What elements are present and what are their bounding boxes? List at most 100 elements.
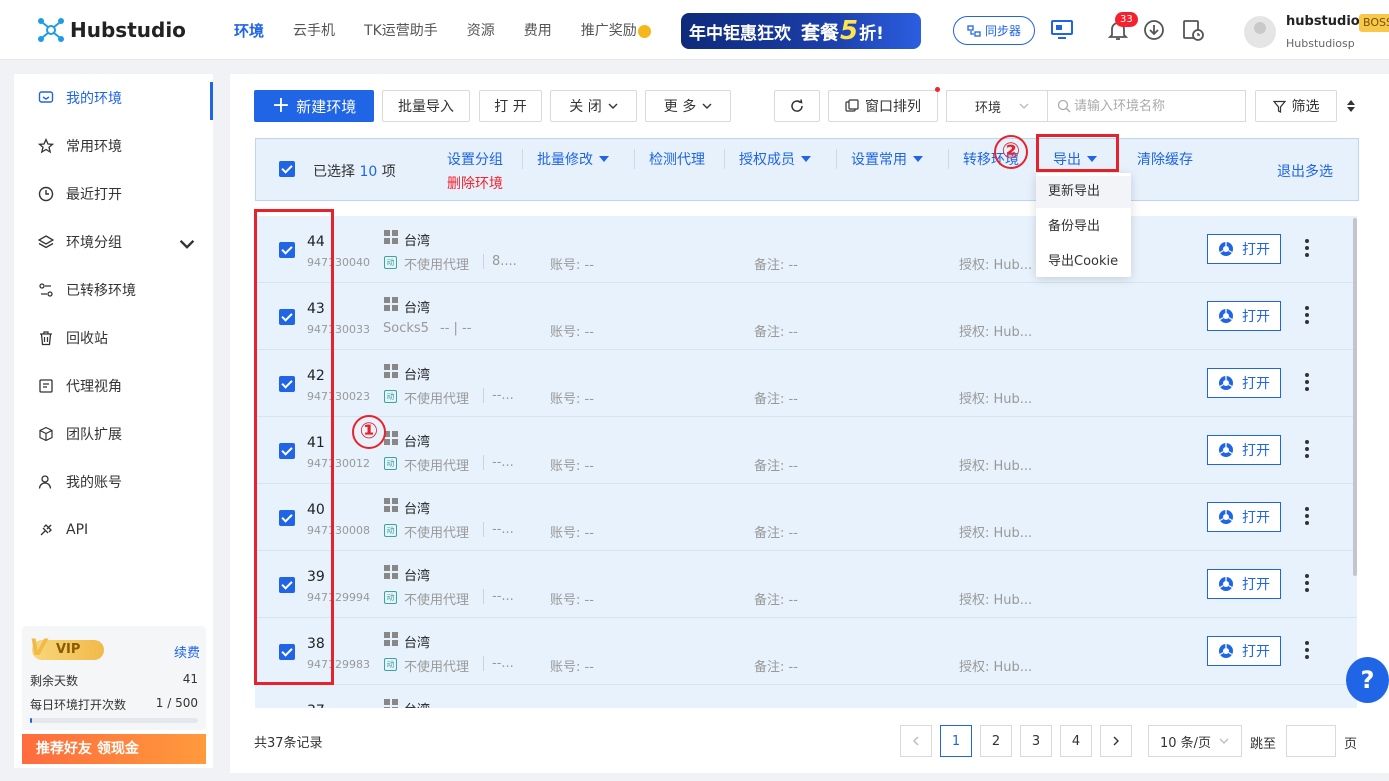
more-vertical-icon[interactable]	[1303, 506, 1311, 526]
more-dropdown-button[interactable]: 更 多	[645, 90, 731, 122]
row-open-button[interactable]: 打开	[1207, 502, 1281, 532]
synchronizer-button[interactable]: 同步器	[953, 16, 1035, 45]
row-checkbox[interactable]	[279, 577, 295, 593]
table-row[interactable]: 43 947130033 台湾 Socks5 -- | -- 账号: -- 备注: -- 授权…	[255, 283, 1357, 350]
tier-badge: BOSS	[1359, 14, 1389, 32]
export-action[interactable]: 导出	[1053, 149, 1097, 169]
remote-desktop-icon[interactable]	[1050, 18, 1074, 42]
select-all-checkbox[interactable]	[279, 161, 295, 177]
check-proxy-action[interactable]: 检测代理	[649, 149, 705, 169]
row-open-button[interactable]: 打开	[1207, 569, 1281, 599]
refresh-button[interactable]	[774, 90, 820, 122]
row-open-button[interactable]: 打开	[1207, 368, 1281, 398]
delete-environment-action[interactable]: 删除环境	[447, 173, 503, 193]
row-environment-name[interactable]: 台湾	[404, 632, 430, 651]
clear-cache-action[interactable]: 清除缓存	[1137, 149, 1193, 169]
row-environment-name[interactable]: 台湾	[404, 699, 430, 708]
sidebar-item-api[interactable]: API	[14, 510, 213, 550]
more-vertical-icon[interactable]	[1303, 238, 1311, 258]
table-row[interactable]: 42 947130023 台湾动不使用代理 --... 账号: -- 备注: -- 授权: …	[255, 350, 1357, 417]
row-checkbox[interactable]	[279, 510, 295, 526]
export-cookie-option[interactable]: 导出Cookie	[1036, 246, 1131, 278]
row-checkbox[interactable]	[279, 644, 295, 660]
table-row[interactable]: 38 947129983 台湾动不使用代理 --... 账号: -- 备注: -- 授权: …	[255, 618, 1357, 685]
row-checkbox[interactable]	[279, 376, 295, 392]
batch-import-button[interactable]: 批量导入	[382, 90, 470, 122]
window-arrange-button[interactable]: 窗口排列	[828, 90, 938, 122]
sidebar-item-my-account[interactable]: 我的账号	[14, 462, 213, 502]
filter-button[interactable]: 筛选	[1255, 90, 1337, 122]
sidebar-item-transferred[interactable]: 已转移环境	[14, 270, 213, 310]
table-row[interactable]: 40 947130008 台湾动不使用代理 --... 账号: -- 备注: -- 授权: …	[255, 484, 1357, 551]
row-checkbox[interactable]	[279, 242, 295, 258]
renew-link[interactable]: 续费	[174, 642, 200, 661]
row-environment-name[interactable]: 台湾	[404, 297, 430, 316]
row-authorization: 授权: Hub...	[959, 325, 1033, 340]
row-open-button[interactable]: 打开	[1207, 301, 1281, 331]
sidebar-item-favorites[interactable]: 常用环境	[14, 126, 213, 166]
next-page-button[interactable]	[1100, 725, 1132, 757]
page-4-button[interactable]: 4	[1060, 725, 1092, 757]
more-vertical-icon[interactable]	[1303, 305, 1311, 325]
table-row[interactable]: 37 台湾	[255, 685, 1357, 708]
more-vertical-icon[interactable]	[1303, 372, 1311, 392]
table-row[interactable]: 44 947130040 台湾动不使用代理 8.... 账号: -- 备注: -- 授权: …	[255, 216, 1357, 283]
app-logo[interactable]: Hubstudio	[36, 16, 186, 44]
set-favorite-action[interactable]: 设置常用	[851, 149, 923, 169]
prev-page-button[interactable]	[900, 725, 932, 757]
sidebar-item-recent[interactable]: 最近打开	[14, 174, 213, 214]
schedule-icon[interactable]	[1181, 18, 1205, 42]
sidebar-item-recycle-bin[interactable]: 回收站	[14, 318, 213, 358]
backup-export-option[interactable]: 备份导出	[1036, 211, 1131, 243]
authorize-members-action[interactable]: 授权成员	[739, 149, 811, 169]
nav-fees[interactable]: 费用	[524, 0, 552, 60]
more-vertical-icon[interactable]	[1303, 640, 1311, 660]
row-open-button[interactable]: 打开	[1207, 636, 1281, 666]
promo-banner[interactable]: 年中钜惠狂欢 套餐 5 折!	[681, 13, 921, 49]
batch-edit-action[interactable]: 批量修改	[537, 149, 609, 169]
row-environment-name[interactable]: 台湾	[404, 230, 430, 249]
nav-referral[interactable]: 推广奖励	[581, 0, 651, 60]
more-vertical-icon[interactable]	[1303, 573, 1311, 593]
list-scrollbar[interactable]	[1353, 218, 1357, 576]
set-group-action[interactable]: 设置分组	[447, 149, 503, 169]
download-icon[interactable]	[1142, 18, 1166, 42]
row-environment-name[interactable]: 台湾	[404, 565, 430, 584]
update-export-option[interactable]: 更新导出	[1036, 176, 1131, 208]
user-name[interactable]: hubstudio	[1286, 14, 1360, 29]
sidebar-item-groups[interactable]: 环境分组	[14, 222, 213, 262]
vip-opens-progress	[30, 718, 198, 723]
sidebar-item-my-environments[interactable]: 我的环境	[14, 78, 213, 120]
open-button[interactable]: 打 开	[479, 90, 542, 122]
exit-multi-select[interactable]: 退出多选	[1277, 161, 1333, 181]
search-scope-select[interactable]: 环境	[947, 91, 1048, 121]
search-input[interactable]	[1048, 91, 1245, 121]
nav-cloud-phone[interactable]: 云手机	[293, 0, 335, 60]
nav-resources[interactable]: 资源	[467, 0, 495, 60]
row-environment-name[interactable]: 台湾	[404, 498, 430, 517]
table-row[interactable]: 41 947130012 台湾动不使用代理 --... 账号: -- 备注: -- 授权: …	[255, 417, 1357, 484]
page-3-button[interactable]: 3	[1020, 725, 1052, 757]
nav-environment[interactable]: 环境	[234, 0, 264, 60]
avatar[interactable]	[1244, 16, 1276, 48]
jump-page-input[interactable]	[1286, 725, 1336, 757]
row-open-button[interactable]: 打开	[1207, 234, 1281, 264]
close-dropdown-button[interactable]: 关 闭	[550, 90, 637, 122]
page-size-select[interactable]: 10 条/页	[1148, 725, 1242, 757]
row-open-button[interactable]: 打开	[1207, 435, 1281, 465]
row-checkbox[interactable]	[279, 443, 295, 459]
nav-tk-assistant[interactable]: TK运营助手	[364, 0, 438, 60]
page-1-button[interactable]: 1	[940, 725, 972, 757]
row-environment-name[interactable]: 台湾	[404, 364, 430, 383]
row-checkbox[interactable]	[279, 309, 295, 325]
new-environment-button[interactable]: + 新建环境	[254, 90, 374, 122]
table-row[interactable]: 39 947129994 台湾动不使用代理 --... 账号: -- 备注: -- 授权: …	[255, 551, 1357, 618]
sidebar-item-proxy-view[interactable]: 代理视角	[14, 366, 213, 406]
page-2-button[interactable]: 2	[980, 725, 1012, 757]
sidebar-item-team-extensions[interactable]: 团队扩展	[14, 414, 213, 454]
row-environment-name[interactable]: 台湾	[404, 431, 430, 450]
referral-promo-button[interactable]: 推荐好友 领现金	[22, 734, 206, 764]
help-button[interactable]: ?	[1346, 657, 1389, 703]
sort-icon[interactable]	[1346, 98, 1356, 114]
more-vertical-icon[interactable]	[1303, 439, 1311, 459]
